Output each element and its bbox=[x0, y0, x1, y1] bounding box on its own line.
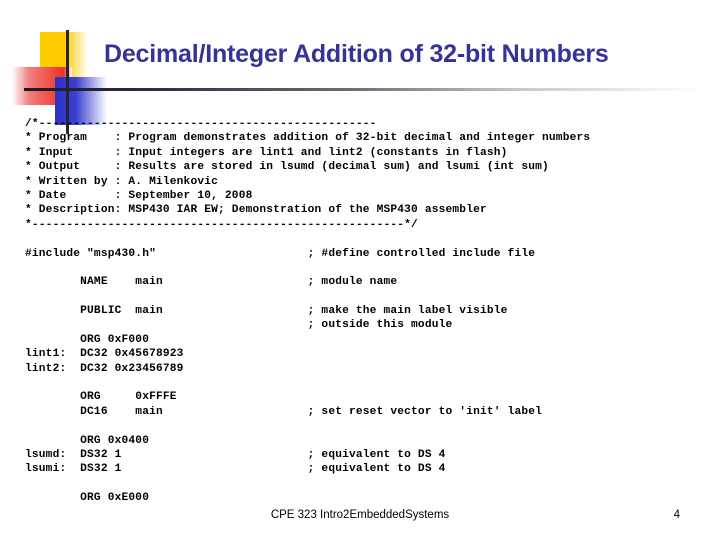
code-line: * Description: MSP430 IAR EW; Demonstrat… bbox=[25, 204, 487, 217]
code-line: lsumi: DS32 1 ; equivalent to DS 4 bbox=[25, 463, 446, 476]
code-line: PUBLIC main ; make the main label visibl… bbox=[25, 305, 508, 318]
code-line: * Program : Program demonstrates additio… bbox=[25, 132, 591, 145]
code-line: ORG 0xE000 bbox=[25, 492, 150, 505]
code-line: ORG 0xFFFE bbox=[25, 391, 177, 404]
footer-page-number: 4 bbox=[673, 509, 680, 521]
code-line: /*--------------------------------------… bbox=[25, 118, 377, 130]
code-line: * Written by : A. Milenkovic bbox=[25, 175, 219, 188]
code-line: lsumd: DS32 1 ; equivalent to DS 4 bbox=[25, 448, 446, 461]
code-line: lint2: DC32 0x23456789 bbox=[25, 362, 184, 375]
code-line: * Date : September 10, 2008 bbox=[25, 189, 253, 202]
yellow-square-icon bbox=[40, 32, 88, 77]
code-line: *---------------------------------------… bbox=[25, 218, 418, 231]
page-title: Decimal/Integer Addition of 32-bit Numbe… bbox=[104, 40, 609, 68]
code-listing: /*--------------------------------------… bbox=[25, 117, 705, 506]
code-line: ; outside this module bbox=[25, 319, 453, 332]
decorative-logo bbox=[0, 22, 200, 134]
code-line: NAME main ; module name bbox=[25, 276, 398, 289]
code-line: DC16 main ; set reset vector to 'init' l… bbox=[25, 405, 543, 418]
code-line: ORG 0x0400 bbox=[25, 434, 150, 447]
horizontal-rule-icon bbox=[24, 88, 700, 91]
code-line: * Input : Input integers are lint1 and l… bbox=[25, 146, 508, 159]
footer-course-label: CPE 323 Intro2EmbeddedSystems bbox=[270, 509, 450, 521]
code-line: #include "msp430.h" ; #define controlled… bbox=[25, 247, 536, 260]
code-line: ORG 0xF000 bbox=[25, 333, 150, 346]
code-line: * Output : Results are stored in lsumd (… bbox=[25, 161, 549, 174]
slide-canvas: Decimal/Integer Addition of 32-bit Numbe… bbox=[0, 0, 720, 540]
red-square-icon bbox=[12, 67, 72, 105]
code-line: lint1: DC32 0x45678923 bbox=[25, 348, 184, 361]
